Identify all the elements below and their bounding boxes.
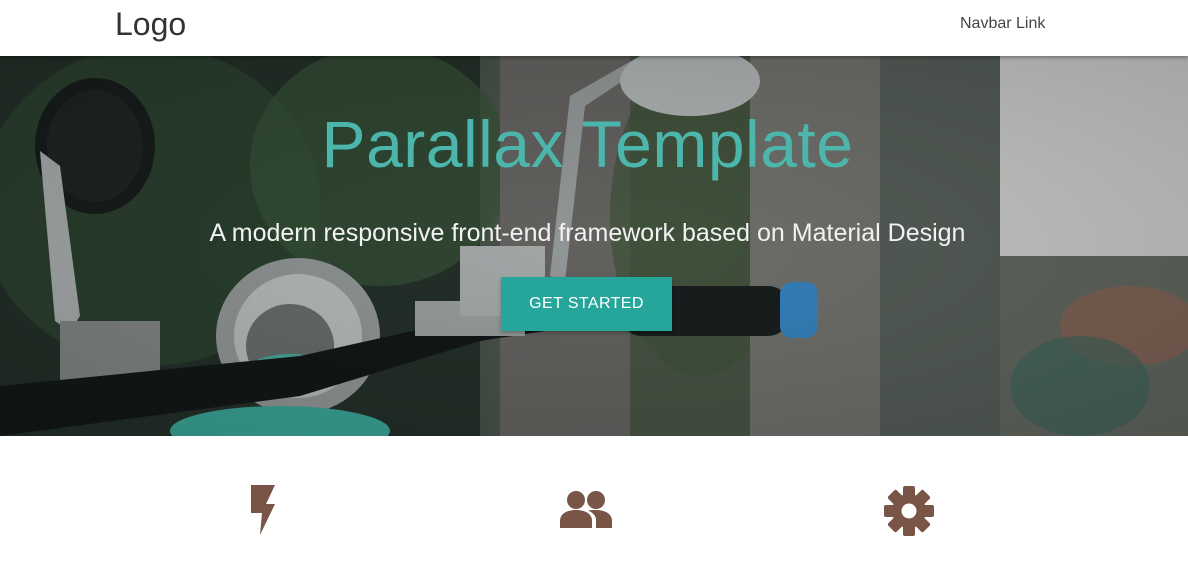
group-icon <box>558 490 614 528</box>
hero-title: Parallax Template <box>321 107 854 181</box>
get-started-button[interactable]: GET STARTED <box>501 277 672 331</box>
navbar: Logo Navbar Link <box>0 0 1188 56</box>
hero-subtitle: A modern responsive front-end framework … <box>209 219 966 247</box>
settings-icon <box>884 486 934 536</box>
logo-link[interactable]: Logo <box>115 4 186 44</box>
navbar-link[interactable]: Navbar Link <box>960 13 1045 35</box>
hero-section: Parallax Template A modern responsive fr… <box>0 56 1188 436</box>
flash-icon <box>248 485 276 535</box>
